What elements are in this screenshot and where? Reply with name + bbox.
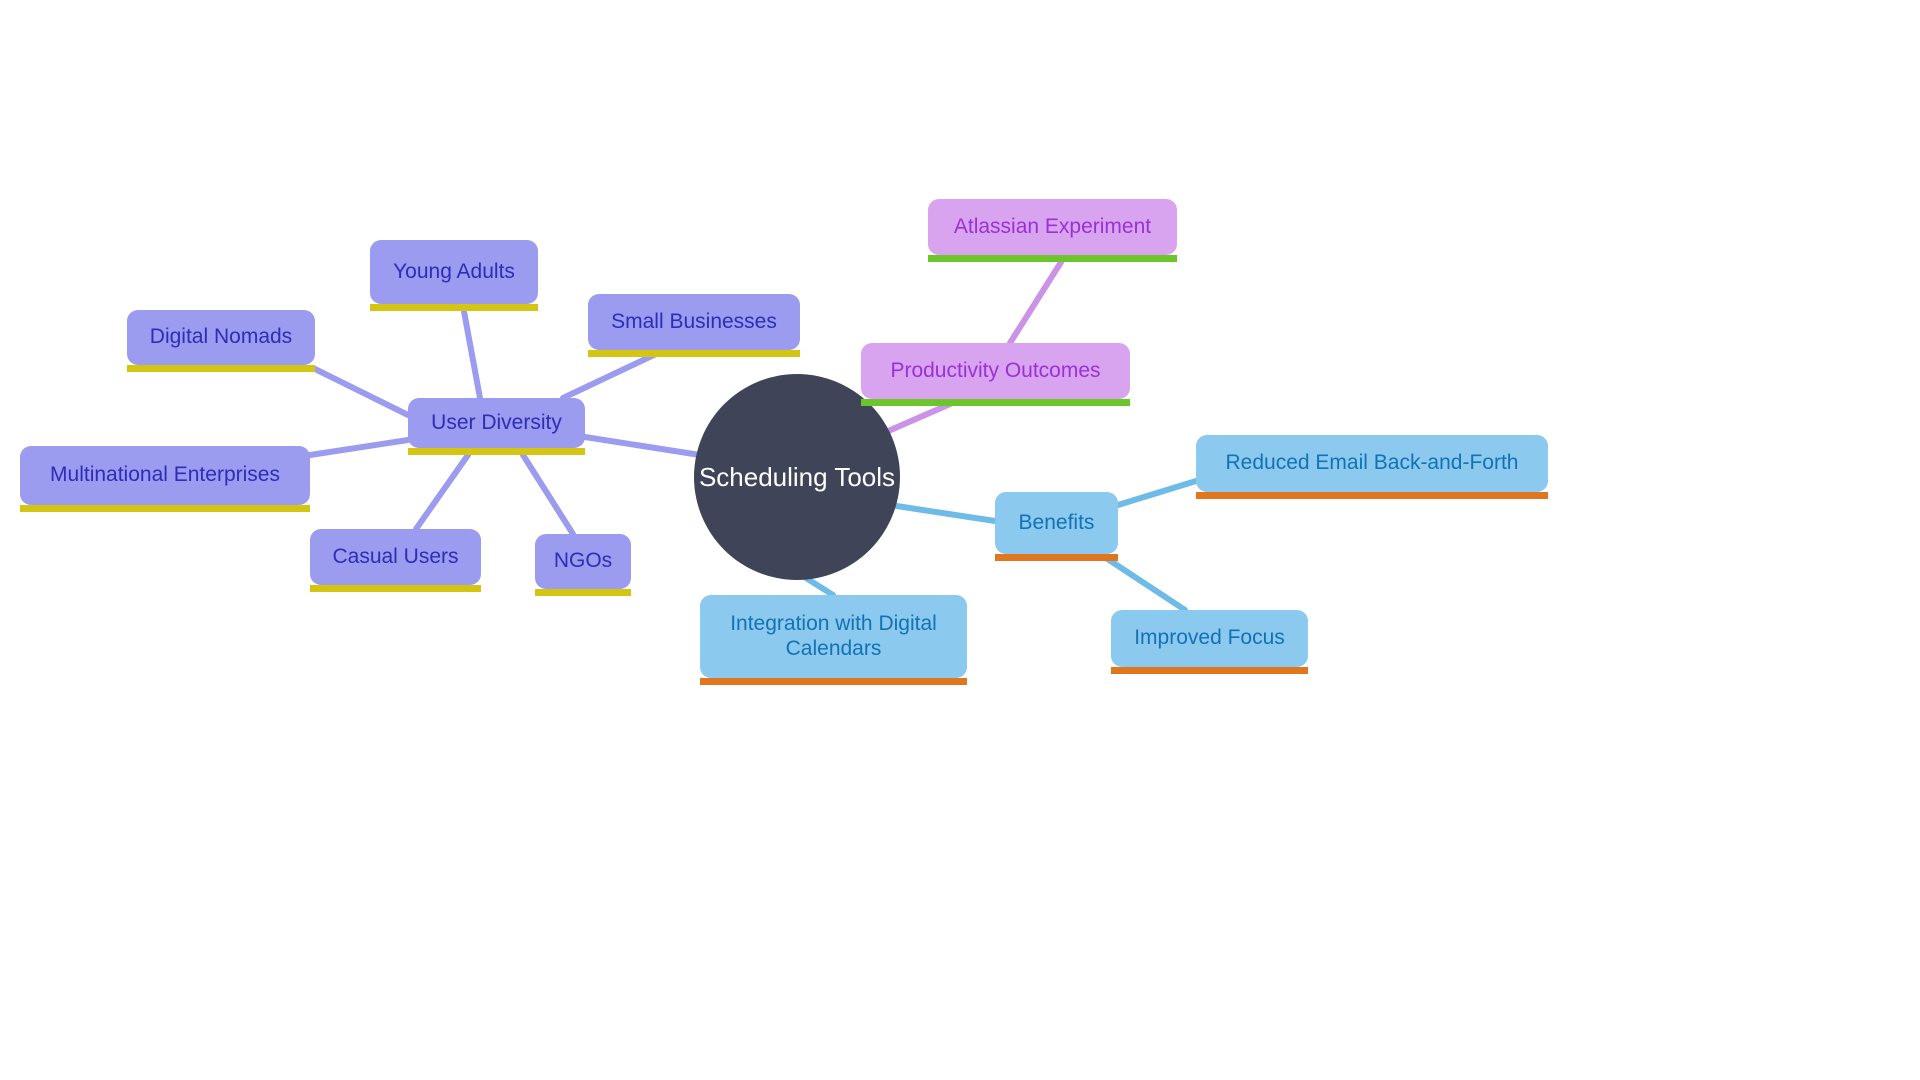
- node-underline-multinational-enterprises: [20, 505, 310, 512]
- node-label-digital-nomads: Digital Nomads: [149, 325, 293, 349]
- node-multinational-enterprises[interactable]: Multinational Enterprises: [20, 446, 310, 512]
- node-benefits[interactable]: Benefits: [995, 492, 1118, 561]
- node-underline-small-businesses: [588, 350, 800, 357]
- edge-benefits-to-reduced-email-back-and-forth: [1115, 478, 1199, 508]
- edge-productivity-outcomes-to-atlassian-experiment: [1007, 256, 1066, 346]
- node-underline-digital-nomads: [127, 365, 315, 372]
- node-label-small-businesses: Small Businesses: [611, 309, 777, 333]
- node-small-businesses[interactable]: Small Businesses: [588, 294, 800, 357]
- node-reduced-email-back-and-forth[interactable]: Reduced Email Back-and-Forth: [1196, 435, 1548, 499]
- edge-benefits-to-improved-focus: [1097, 551, 1188, 613]
- node-underline-benefits: [995, 554, 1118, 561]
- node-underline-reduced-email-back-and-forth: [1196, 492, 1548, 499]
- node-underline-atlassian-experiment: [928, 255, 1177, 262]
- node-productivity-outcomes[interactable]: Productivity Outcomes: [861, 343, 1130, 406]
- node-underline-ngos: [535, 589, 631, 596]
- edge-central-to-integration-with-digital-calendars: [803, 575, 836, 598]
- node-integration-with-digital-calendars[interactable]: Integration with Digital Calendars: [700, 595, 967, 685]
- edge-user-diversity-to-multinational-enterprises: [307, 437, 411, 458]
- node-label-young-adults: Young Adults: [393, 259, 515, 283]
- node-underline-young-adults: [370, 304, 538, 311]
- node-label-improved-focus: Improved Focus: [1134, 626, 1285, 650]
- edge-user-diversity-to-small-businesses: [560, 350, 661, 401]
- node-label-integration-with-digital-calendars: Integration with Digital Calendars: [730, 611, 937, 660]
- node-label-productivity-outcomes: Productivity Outcomes: [890, 358, 1101, 382]
- node-underline-improved-focus: [1111, 667, 1308, 674]
- node-label-multinational-enterprises: Multinational Enterprises: [50, 463, 280, 487]
- node-casual-users[interactable]: Casual Users: [310, 529, 481, 592]
- node-label-ngos: NGOs: [553, 549, 613, 573]
- edge-user-diversity-to-casual-users: [413, 452, 471, 532]
- node-underline-productivity-outcomes: [861, 399, 1130, 406]
- central-node-label: Scheduling Tools: [698, 461, 896, 492]
- edge-user-diversity-to-young-adults: [460, 303, 483, 401]
- node-underline-integration-with-digital-calendars: [700, 678, 967, 685]
- edge-layer: [307, 256, 1199, 613]
- node-label-user-diversity: User Diversity: [431, 410, 562, 434]
- node-label-reduced-email-back-and-forth: Reduced Email Back-and-Forth: [1225, 451, 1519, 475]
- edge-central-to-benefits: [887, 502, 998, 524]
- node-user-diversity[interactable]: User Diversity: [408, 398, 585, 455]
- edge-user-diversity-to-digital-nomads: [310, 365, 411, 418]
- node-improved-focus[interactable]: Improved Focus: [1111, 610, 1308, 674]
- mindmap-canvas: Scheduling Tools User Diversity Young Adul…: [0, 0, 1920, 1080]
- node-digital-nomads[interactable]: Digital Nomads: [127, 310, 315, 372]
- node-label-casual-users: Casual Users: [332, 544, 459, 568]
- node-label-atlassian-experiment: Atlassian Experiment: [953, 214, 1152, 238]
- node-underline-casual-users: [310, 585, 481, 592]
- edge-user-diversity-to-ngos: [520, 452, 576, 537]
- edge-central-to-user-diversity: [582, 434, 703, 458]
- node-label-benefits: Benefits: [1018, 510, 1095, 534]
- node-underline-user-diversity: [408, 448, 585, 455]
- node-atlassian-experiment[interactable]: Atlassian Experiment: [928, 199, 1177, 262]
- node-young-adults[interactable]: Young Adults: [370, 240, 538, 311]
- node-ngos[interactable]: NGOs: [535, 534, 631, 596]
